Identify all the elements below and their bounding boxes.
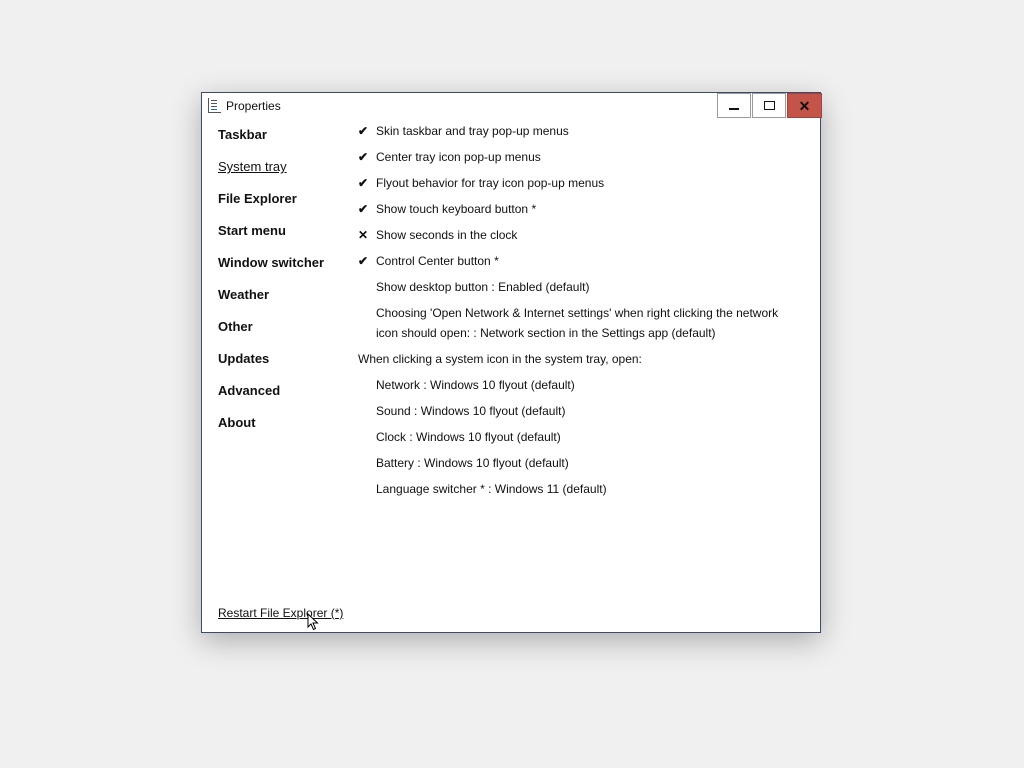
maximize-button[interactable] bbox=[752, 93, 786, 118]
setting-clock-flyout[interactable]: Clock : Windows 10 flyout (default) bbox=[376, 430, 561, 444]
setting-sound-flyout[interactable]: Sound : Windows 10 flyout (default) bbox=[376, 404, 565, 418]
setting-network-flyout[interactable]: Network : Windows 10 flyout (default) bbox=[376, 378, 575, 392]
setting-label: Flyout behavior for tray icon pop-up men… bbox=[376, 176, 605, 190]
setting-label: Control Center button * bbox=[376, 254, 499, 268]
restart-file-explorer-link[interactable]: Restart File Explorer (*) bbox=[218, 606, 343, 620]
properties-window: Properties ✕ Taskbar System tray File Ex… bbox=[201, 92, 822, 633]
minimize-icon bbox=[729, 107, 739, 110]
sidebar-item-start-menu[interactable]: Start menu bbox=[218, 223, 286, 238]
setting-flyout-behavior[interactable]: ✔ Flyout behavior for tray icon pop-up me… bbox=[358, 176, 604, 190]
sidebar-item-taskbar[interactable]: Taskbar bbox=[218, 127, 267, 142]
sidebar-item-updates[interactable]: Updates bbox=[218, 351, 269, 366]
sidebar-item-weather[interactable]: Weather bbox=[218, 287, 269, 302]
sidebar-item-other[interactable]: Other bbox=[218, 319, 253, 334]
close-button[interactable]: ✕ bbox=[787, 93, 822, 118]
mouse-cursor-icon bbox=[307, 613, 319, 631]
sidebar-item-window-switcher[interactable]: Window switcher bbox=[218, 255, 324, 270]
cross-icon: ✕ bbox=[358, 228, 369, 242]
maximize-icon bbox=[763, 101, 775, 110]
checkmark-icon: ✔ bbox=[358, 254, 369, 268]
setting-center-tray-menus[interactable]: ✔ Center tray icon pop-up menus bbox=[358, 150, 541, 164]
setting-control-center-button[interactable]: ✔ Control Center button * bbox=[358, 254, 499, 268]
checkmark-icon: ✔ bbox=[358, 202, 369, 216]
setting-show-seconds[interactable]: ✕ Show seconds in the clock bbox=[358, 228, 517, 242]
app-icon bbox=[208, 98, 221, 113]
sidebar-item-about[interactable]: About bbox=[218, 415, 256, 430]
setting-network-settings-target[interactable]: Choosing 'Open Network & Internet settin… bbox=[376, 303, 786, 343]
minimize-button[interactable] bbox=[717, 93, 751, 118]
setting-skin-taskbar-menus[interactable]: ✔ Skin taskbar and tray pop-up menus bbox=[358, 124, 569, 138]
setting-label: Center tray icon pop-up menus bbox=[376, 150, 541, 164]
setting-label: Skin taskbar and tray pop-up menus bbox=[376, 124, 569, 138]
window-title: Properties bbox=[226, 99, 281, 113]
system-icon-heading: When clicking a system icon in the syste… bbox=[358, 352, 642, 366]
setting-language-switcher[interactable]: Language switcher * : Windows 11 (defaul… bbox=[376, 482, 607, 496]
sidebar-item-advanced[interactable]: Advanced bbox=[218, 383, 280, 398]
setting-battery-flyout[interactable]: Battery : Windows 10 flyout (default) bbox=[376, 456, 569, 470]
setting-touch-keyboard-button[interactable]: ✔ Show touch keyboard button * bbox=[358, 202, 536, 216]
checkmark-icon: ✔ bbox=[358, 150, 369, 164]
checkmark-icon: ✔ bbox=[358, 124, 369, 138]
checkmark-icon: ✔ bbox=[358, 176, 369, 190]
sidebar-item-system-tray[interactable]: System tray bbox=[218, 159, 287, 174]
setting-label: Show touch keyboard button * bbox=[376, 202, 537, 216]
close-icon: ✕ bbox=[798, 97, 811, 114]
sidebar-item-file-explorer[interactable]: File Explorer bbox=[218, 191, 297, 206]
title-bar[interactable]: Properties ✕ bbox=[202, 93, 822, 119]
setting-show-desktop-button[interactable]: Show desktop button : Enabled (default) bbox=[376, 280, 589, 294]
setting-label: Show seconds in the clock bbox=[376, 228, 518, 242]
